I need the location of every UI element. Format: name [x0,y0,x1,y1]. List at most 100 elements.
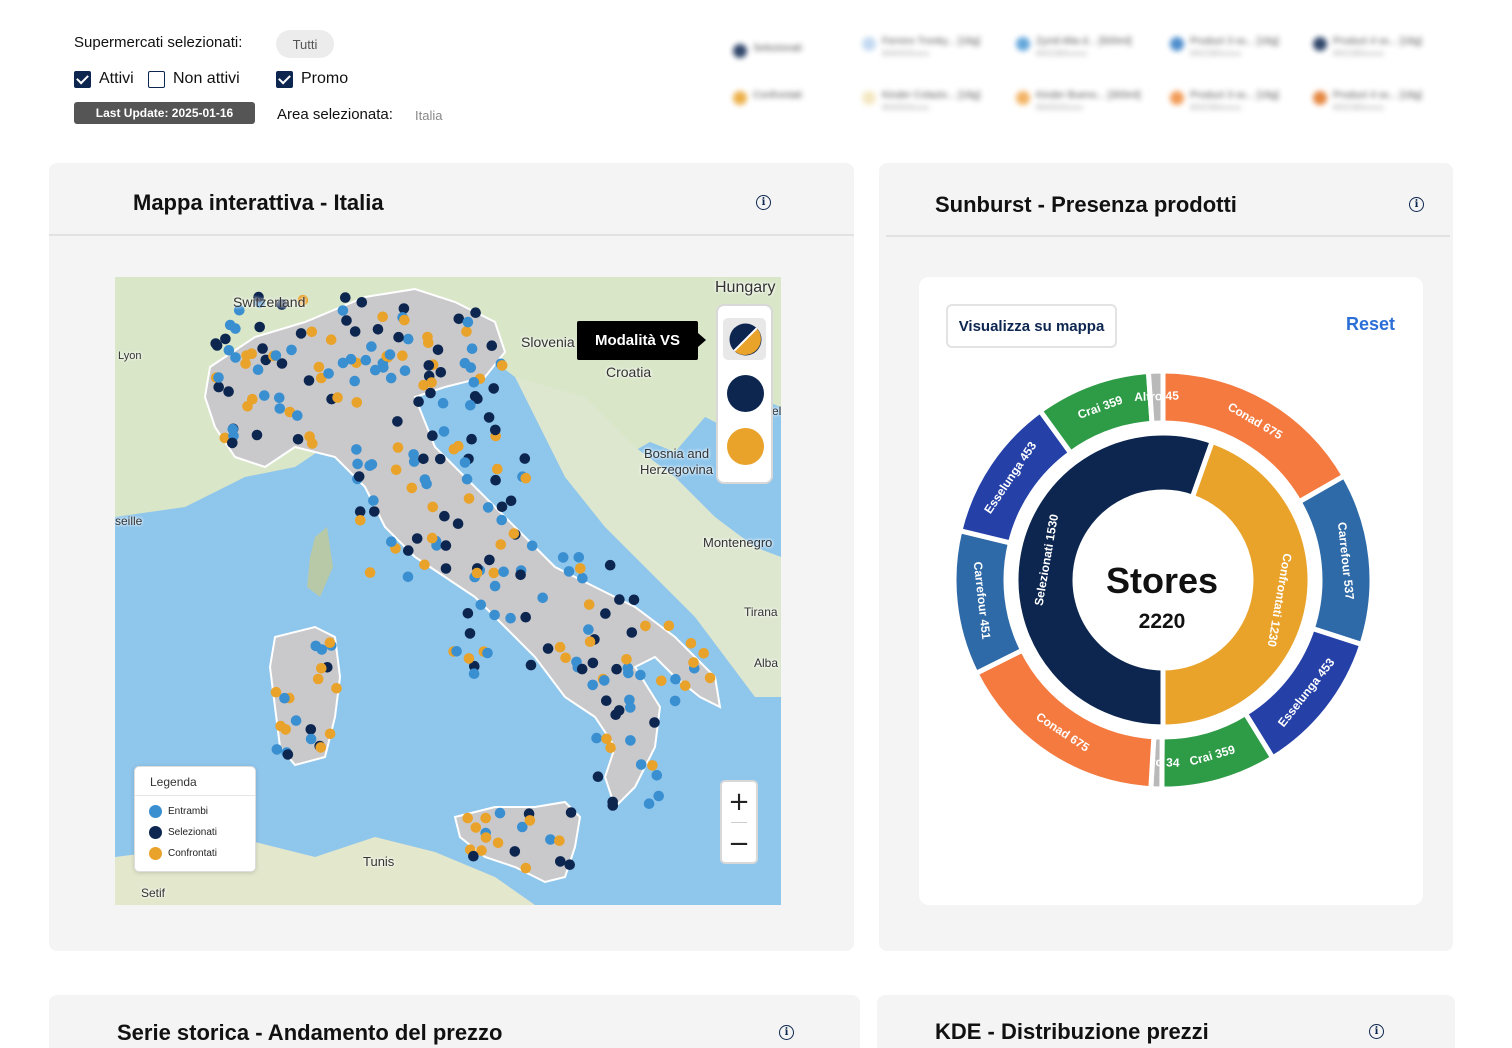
store-point[interactable] [230,352,241,363]
store-point[interactable] [468,377,480,388]
legend-product-item[interactable]: Ferrero Tronky... [18g] 8000500xxxx [862,36,980,60]
store-point[interactable] [426,377,437,388]
legend-product-item[interactable]: Product 3 ss... [18g] 8002380xxxxx [1170,90,1279,114]
store-point[interactable] [360,354,372,366]
store-point[interactable] [505,495,517,507]
store-point[interactable] [220,333,231,345]
store-point[interactable] [286,344,297,356]
store-point[interactable] [259,390,270,401]
store-point[interactable] [575,563,586,574]
store-point[interactable] [468,850,479,862]
store-point[interactable] [378,362,389,373]
store-point[interactable] [698,648,709,659]
store-point[interactable] [254,321,265,333]
store-point[interactable] [419,474,431,485]
store-point[interactable] [643,798,655,809]
store-point[interactable] [525,659,537,671]
store-point[interactable] [316,663,327,674]
store-point[interactable] [607,800,619,811]
store-point[interactable] [490,424,501,436]
store-point[interactable] [345,353,357,365]
store-point[interactable] [292,434,304,445]
legend-group-selezionati[interactable]: Selezionati [733,43,802,58]
store-point[interactable] [435,453,446,465]
store-point[interactable] [613,705,625,716]
store-point[interactable] [471,567,483,579]
store-point[interactable] [337,305,349,316]
store-point[interactable] [614,594,625,605]
store-point[interactable] [306,326,318,338]
store-point[interactable] [465,400,476,411]
store-point[interactable] [368,495,379,506]
store-point[interactable] [470,307,481,318]
store-point[interactable] [252,364,264,375]
store-point[interactable] [292,410,303,421]
store-point[interactable] [279,692,290,704]
store-point[interactable] [685,638,697,649]
store-point[interactable] [341,315,352,326]
store-point[interactable] [270,350,282,361]
mode-confrontati-icon[interactable] [727,428,764,465]
store-point[interactable] [364,567,376,578]
store-point[interactable] [275,720,286,732]
store-point[interactable] [537,592,548,604]
store-point[interactable] [509,846,521,857]
store-point[interactable] [223,386,234,397]
store-point[interactable] [587,679,598,691]
store-point[interactable] [482,502,494,513]
store-point[interactable] [587,657,599,669]
legend-product-item[interactable]: Kinder Bueno... [300ml] 8000500xxxx [1016,90,1141,114]
store-point[interactable] [423,337,434,349]
store-point[interactable] [669,695,681,707]
store-point[interactable] [290,715,302,726]
store-point[interactable] [640,620,651,632]
store-point[interactable] [355,515,366,526]
store-point[interactable] [468,668,480,679]
store-point[interactable] [466,343,478,354]
store-point[interactable] [526,540,538,552]
store-point[interactable] [432,344,444,356]
store-point[interactable] [604,559,616,571]
store-point[interactable] [480,812,492,824]
store-point[interactable] [663,620,675,632]
mode-vs-icon[interactable] [727,321,764,358]
store-point[interactable] [390,464,402,476]
store-point[interactable] [470,822,482,833]
store-point[interactable] [519,453,531,464]
store-point[interactable] [397,350,408,361]
store-point[interactable] [623,667,634,679]
store-point[interactable] [653,790,664,802]
store-point[interactable] [438,426,450,437]
store-point[interactable] [411,533,423,544]
store-point[interactable] [427,430,438,441]
store-point[interactable] [583,624,594,635]
store-point[interactable] [601,695,612,706]
store-point[interactable] [625,702,636,713]
store-point[interactable] [482,647,493,659]
store-point[interactable] [323,368,334,379]
store-point[interactable] [439,510,450,522]
store-point[interactable] [427,501,439,513]
store-point[interactable] [372,324,384,335]
store-point[interactable] [351,444,362,455]
store-point[interactable] [313,361,325,373]
store-point[interactable] [227,423,239,435]
store-point[interactable] [601,733,612,745]
store-point[interactable] [271,744,283,755]
store-point[interactable] [656,675,667,687]
store-point[interactable] [351,397,363,408]
store-point[interactable] [495,539,507,550]
store-point[interactable] [628,594,640,606]
store-point[interactable] [331,683,342,694]
zoom-out-button[interactable]: − [722,824,756,864]
store-point[interactable] [625,735,636,746]
info-icon[interactable]: i [1369,1024,1384,1039]
store-point[interactable] [210,338,221,349]
store-point[interactable] [377,311,389,323]
store-point[interactable] [418,453,429,465]
store-point[interactable] [440,540,452,551]
legend-product-item[interactable]: Product 4 ss... [18g] 8002380xxxxx [1313,36,1422,60]
store-point[interactable] [459,457,471,468]
store-point[interactable] [462,608,474,619]
store-point[interactable] [484,554,495,566]
